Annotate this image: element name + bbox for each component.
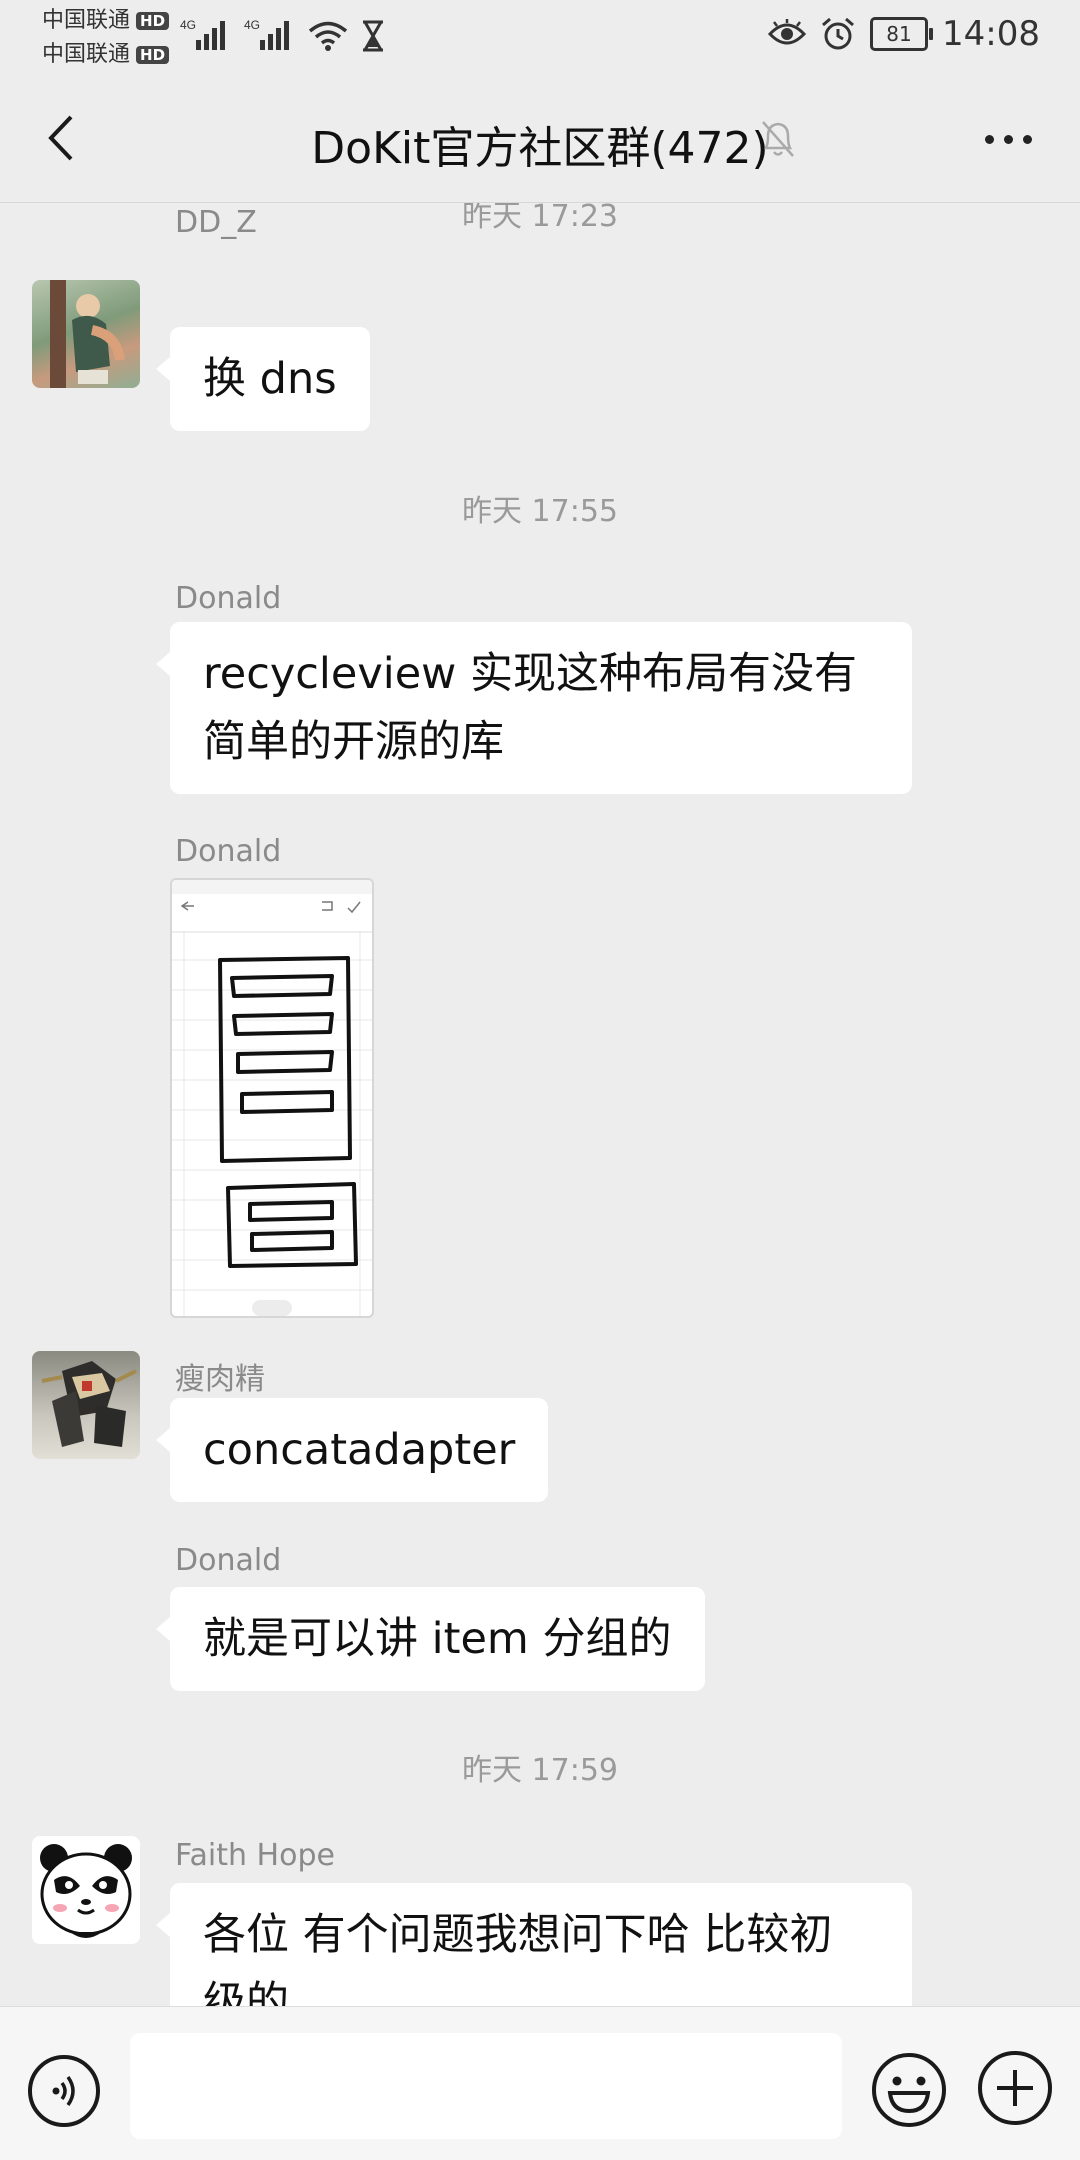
avatar-faith-hope[interactable] [32, 1836, 140, 1944]
character-avatar-image [50, 280, 125, 388]
message-list[interactable]: 昨天 17:23 DD_Z 换 dns 昨天 17:55 Donald recy… [0, 203, 1080, 2006]
sender-name: DD_Z [175, 205, 257, 240]
carrier-info: 中国联通 HD 中国联通 HD [42, 4, 170, 72]
hourglass-icon [363, 20, 383, 52]
voice-icon [52, 2075, 75, 2107]
message-input[interactable] [130, 2033, 842, 2139]
carrier-name-1: 中国联通 [42, 8, 131, 33]
eye-icon [768, 19, 807, 45]
avatar-dd-z[interactable] [32, 280, 140, 388]
more-options-button[interactable] [972, 114, 1044, 164]
carrier-name-2: 中国联通 [42, 42, 131, 67]
network-type-label: 4G [180, 18, 196, 32]
wifi-icon [308, 21, 348, 51]
alarm-icon [822, 17, 854, 50]
voice-input-button[interactable] [28, 2055, 100, 2127]
robot-avatar-image [41, 1361, 137, 1447]
plus-button[interactable] [978, 2051, 1052, 2125]
image-message[interactable] [170, 878, 374, 1318]
sketch-image [172, 880, 372, 1316]
sender-name: Donald [175, 1543, 282, 1578]
avatar-shouroujing[interactable] [32, 1351, 140, 1459]
hd-badge-1: HD [136, 12, 170, 30]
hd-badge-2: HD [136, 46, 170, 64]
message-text-line: recycleview 实现这种布局有没有 [203, 649, 858, 699]
timestamp-divider: 昨天 17:59 [462, 1753, 618, 1788]
timestamp-divider: 昨天 17:55 [462, 494, 618, 529]
clock: 14:08 [942, 14, 1040, 54]
message-text-line: 各位 有个问题我想问下哈 比较初 [203, 1910, 833, 1960]
sender-name: Faith Hope [175, 1838, 335, 1873]
status-bar: 中国联通 HD 中国联通 HD 4G 4G 81 14:08 [0, 0, 1080, 74]
chat-header: DoKit官方社区群(472) [0, 74, 1080, 203]
chat-title: DoKit官方社区群(472) [311, 123, 769, 174]
dot [984, 134, 994, 144]
system-status: 81 14:08 [768, 14, 1040, 54]
battery-icon: 81 [870, 17, 934, 51]
message-bubble[interactable]: concatadapter [155, 1398, 549, 1502]
emoji-button[interactable] [870, 2051, 948, 2129]
message-bubble[interactable]: 换 dns [156, 327, 370, 431]
signal-icon: 4G [180, 18, 225, 50]
sender-name: Donald [175, 834, 282, 869]
network-type-label: 4G [244, 18, 260, 32]
emoji-icon [872, 2053, 946, 2127]
dot [1022, 134, 1032, 144]
message-text-line: 级的 [203, 1978, 289, 2006]
chat-screen: 中国联通 HD 中国联通 HD 4G 4G 81 14:08 DoKit官方社区… [0, 0, 1080, 2160]
bell-muted-icon [762, 121, 794, 157]
message-bubble[interactable]: recycleview 实现这种布局有没有 简单的开源的库 [156, 622, 912, 794]
message-bubble[interactable]: 各位 有个问题我想问下哈 比较初 级的 [156, 1883, 912, 2006]
message-text-line: 简单的开源的库 [203, 717, 504, 767]
sender-name: 瘦肉精 [175, 1362, 265, 1397]
dot [1003, 134, 1013, 144]
message-text: 换 dns [203, 354, 337, 404]
message-text: 就是可以讲 item 分组的 [203, 1614, 672, 1664]
battery-level: 81 [886, 22, 912, 46]
signal-icon: 4G [244, 18, 289, 50]
input-bar [0, 2006, 1080, 2160]
sender-name: Donald [175, 581, 282, 616]
network-indicators: 4G 4G [180, 18, 386, 52]
timestamp-divider: 昨天 17:23 [462, 203, 618, 234]
message-text: concatadapter [203, 1425, 516, 1475]
panda-avatar-image [40, 1844, 132, 1938]
message-bubble[interactable]: 就是可以讲 item 分组的 [156, 1587, 705, 1691]
